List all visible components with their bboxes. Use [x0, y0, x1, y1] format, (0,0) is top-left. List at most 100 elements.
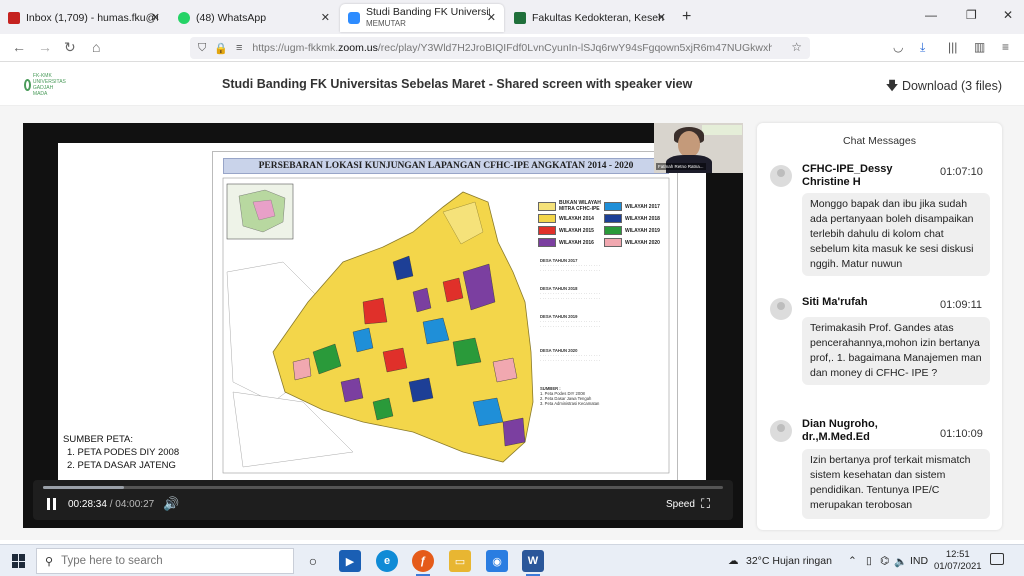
speaker-icon[interactable]: 🔈 — [894, 555, 907, 568]
duration: 04:00:27 — [115, 499, 155, 510]
file-explorer-icon[interactable]: ▭ — [449, 550, 471, 572]
legend-label: WILAYAH 2016 — [559, 239, 594, 246]
weather-icon: ☁ — [728, 555, 739, 567]
address-bar[interactable]: ⛉ 🔒 ≡ https://ugm-fkkmk.zoom.us/rec/play… — [190, 37, 810, 59]
taskbar: ⚲ ○ ▶ e ƒ ▭ ◉ W ☁ 32°C Hujan ringan ⌃ ▯ … — [0, 544, 1024, 576]
new-tab-icon[interactable]: + — [682, 8, 691, 26]
legend-village-list: DESA TAHUN 2017 · · · · · · · · · · · · … — [540, 258, 666, 273]
pause-icon — [47, 498, 50, 510]
pocket-icon[interactable]: ◡ — [893, 40, 903, 54]
edge-icon[interactable]: e — [376, 550, 398, 572]
map-figure: PERSEBARAN LOKASI KUNJUNGAN LAPANGAN CFH… — [212, 151, 678, 481]
reload-icon[interactable]: ↻ — [64, 39, 76, 56]
chat-time: 01:07:10 — [940, 166, 983, 178]
time-display: 00:28:34 / 04:00:27 — [68, 499, 154, 510]
firefox-icon[interactable]: ƒ — [412, 550, 434, 572]
fullscreen-icon[interactable]: ⛶ — [701, 496, 710, 512]
subregion-2015 — [362, 297, 388, 325]
minimize-icon[interactable]: — — [925, 8, 937, 22]
subregion-2016 — [340, 377, 364, 403]
bookmark-star-icon[interactable]: ☆ — [791, 40, 802, 54]
chevron-up-icon[interactable]: ⌃ — [848, 555, 857, 567]
download-arrow-icon: 🡇 — [885, 79, 899, 93]
media-player-icon[interactable]: ▶ — [339, 550, 361, 572]
player-controls: 00:28:34 / 04:00:27 🔊 Speed ⛶ — [33, 480, 733, 520]
whatsapp-icon — [178, 12, 190, 24]
speaker-face — [678, 131, 700, 157]
search-input[interactable] — [61, 555, 262, 567]
shield-icon: ⛉ — [198, 41, 207, 54]
pause-button[interactable] — [45, 497, 59, 511]
notification-icon[interactable] — [990, 553, 1004, 565]
zoom-icon — [348, 12, 360, 24]
chat-panel: Chat Messages CFHC-IPE_Dessy Christine H… — [757, 123, 1002, 530]
url-host: zoom.us — [338, 42, 378, 54]
legend-swatch — [538, 201, 556, 211]
video-player[interactable]: SUMBER PETA: 1. PETA PODES DIY 2008 2. P… — [23, 123, 743, 528]
legend-village-list: DESA TAHUN 2020 · · · · · · · · · · · · … — [540, 348, 666, 363]
tab-title: Fakultas Kedokteran, Kesehatan — [532, 12, 664, 24]
browser-nav-bar: ← → ↻ ⌂ ⛉ 🔒 ≡ https://ugm-fkkmk.zoom.us/… — [0, 34, 1024, 62]
clock[interactable]: 12:51 01/07/2021 — [934, 549, 982, 573]
url-text: https://ugm-fkkmk.zoom.us/rec/play/Y3Wld… — [252, 42, 772, 54]
tab-title: (48) WhatsApp — [196, 12, 267, 24]
legend-item: BUKAN WILAYAH MITRA CFHC-IPE — [538, 200, 603, 212]
legend-label: WILAYAH 2015 — [559, 227, 594, 234]
subregion-2020 — [292, 357, 312, 381]
recording-header: FK-KMK UNIVERSITAS GADJAH MADA Studi Ban… — [0, 62, 1024, 106]
task-view-icon[interactable]: ○ — [302, 550, 324, 572]
weather-text[interactable]: 32°C Hujan ringan — [746, 555, 832, 567]
library-icon[interactable]: ||| — [948, 40, 957, 54]
word-icon[interactable]: W — [522, 550, 544, 572]
language-indicator[interactable]: IND — [910, 555, 928, 567]
current-time: 00:28:34 — [68, 499, 107, 510]
tab-gmail[interactable]: Inbox (1,709) - humas.fku@ugm ✕ — [0, 4, 168, 32]
progress-bar[interactable] — [43, 486, 723, 489]
close-icon[interactable]: ✕ — [657, 11, 666, 24]
windows-start-icon[interactable] — [12, 554, 26, 568]
close-icon[interactable]: ✕ — [321, 11, 330, 24]
zoom-app-icon[interactable]: ◉ — [486, 550, 508, 572]
home-icon[interactable]: ⌂ — [92, 39, 100, 55]
close-icon[interactable]: ✕ — [487, 11, 496, 24]
legend-item: WILAYAH 2017 — [604, 202, 660, 211]
tab-fk-ugm[interactable]: Fakultas Kedokteran, Kesehatan ✕ — [506, 4, 674, 32]
network-icon[interactable]: ⌬ — [880, 555, 889, 567]
legend-swatch — [538, 214, 556, 223]
fk-ugm-icon — [514, 12, 526, 24]
chat-text: Terimakasih Prof. Gandes atas pencerahan… — [802, 317, 990, 385]
taskbar-search[interactable]: ⚲ — [36, 548, 294, 574]
tab-whatsapp[interactable]: (48) WhatsApp ✕ — [170, 4, 338, 32]
avatar-icon — [770, 165, 792, 187]
legend-swatch — [604, 226, 622, 235]
download-label: Download (3 files) — [901, 79, 1002, 93]
legend-village-list: DESA TAHUN 2019 · · · · · · · · · · · · … — [540, 314, 666, 329]
recording-content: SUMBER PETA: 1. PETA PODES DIY 2008 2. P… — [0, 106, 1024, 540]
sidebar-icon[interactable]: ▥ — [974, 40, 985, 54]
legend-label: WILAYAH 2018 — [625, 215, 660, 222]
speaker-name: Fatmah Retno Ratna... — [656, 163, 706, 170]
close-window-icon[interactable]: ✕ — [1003, 8, 1013, 22]
forward-icon[interactable]: → — [38, 39, 52, 55]
url-path: /rec/play/Y3Wld7H2JroBIQIFdf0LvnCyunIn-l… — [377, 42, 773, 54]
download-icon[interactable]: ⤓ — [920, 40, 925, 55]
gmail-icon — [8, 12, 20, 24]
restore-icon[interactable]: ❐ — [966, 8, 977, 22]
speed-button[interactable]: Speed — [666, 499, 695, 510]
tab-playing-status: MEMUTAR — [366, 19, 406, 28]
close-icon[interactable]: ✕ — [151, 11, 160, 24]
logo-text: FK-KMK UNIVERSITAS GADJAH MADA — [32, 73, 66, 97]
chat-text: Monggo bapak dan ibu jika sudah ada pert… — [802, 193, 990, 276]
source-item: 2. PETA DASAR JATENG — [67, 460, 176, 471]
menu-icon[interactable]: ≡ — [1002, 40, 1009, 54]
clock-time: 12:51 — [945, 549, 970, 560]
battery-icon[interactable]: ▯ — [866, 555, 872, 567]
legend-item: WILAYAH 2019 — [604, 226, 660, 235]
fk-kmk-logo: FK-KMK UNIVERSITAS GADJAH MADA — [24, 73, 66, 97]
volume-icon[interactable]: 🔊 — [163, 496, 179, 512]
permissions-icon: ≡ — [235, 42, 243, 54]
legend-source: 3. Peta Administrasi Kecamatan — [540, 401, 600, 406]
tab-zoom-recording[interactable]: Studi Banding FK Universitas Se MEMUTAR … — [340, 4, 504, 32]
back-icon[interactable]: ← — [12, 39, 26, 55]
download-button[interactable]: 🡇 Download (3 files) — [886, 77, 1002, 98]
